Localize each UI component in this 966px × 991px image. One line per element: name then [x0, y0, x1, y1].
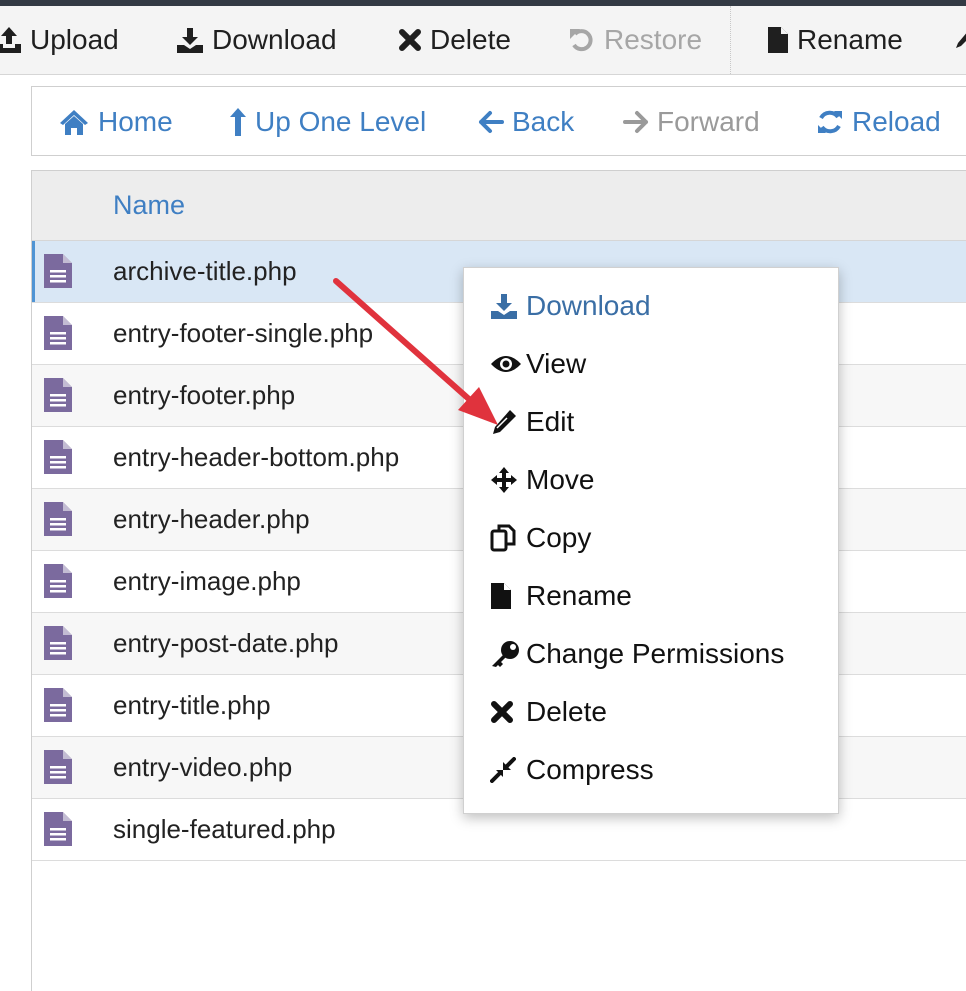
php-file-icon	[43, 501, 73, 542]
php-file-icon	[43, 625, 73, 666]
download-icon	[491, 294, 517, 319]
delete-button[interactable]: Delete	[398, 6, 511, 74]
file-icon	[768, 27, 788, 53]
file-name: entry-footer-single.php	[113, 318, 374, 348]
delete-icon	[399, 29, 421, 51]
file-icon	[491, 583, 511, 609]
menu-item-view[interactable]: View	[490, 344, 586, 384]
download-icon	[177, 28, 203, 53]
home-button[interactable]: Home	[58, 87, 173, 157]
pencil-icon	[956, 33, 966, 48]
home-icon	[60, 110, 88, 135]
menu-item-move[interactable]: Move	[490, 460, 594, 500]
menu-item-download-label: Download	[526, 290, 651, 321]
forward-button[interactable]: Forward	[623, 87, 760, 157]
arrow-right-icon	[623, 111, 648, 133]
file-toolbar: Upload Download Delete Restore Rename	[0, 6, 966, 75]
download-button[interactable]: Download	[176, 6, 337, 74]
rename-button[interactable]: Rename	[767, 6, 903, 74]
menu-item-rename[interactable]: Rename	[490, 576, 632, 616]
context-menu: Download View Edit Move Copy Rename Chan…	[463, 267, 839, 814]
php-file-icon	[43, 811, 73, 852]
forward-label: Forward	[657, 106, 760, 137]
home-label: Home	[98, 106, 173, 137]
up-one-level-label: Up One Level	[255, 106, 427, 137]
move-icon	[491, 467, 517, 493]
menu-item-delete[interactable]: Delete	[490, 692, 607, 732]
restore-label: Restore	[604, 24, 703, 55]
php-file-icon	[43, 687, 73, 728]
download-label: Download	[212, 24, 337, 55]
upload-button[interactable]: Upload	[0, 6, 119, 74]
php-file-icon	[43, 377, 73, 418]
rename-label: Rename	[797, 24, 903, 55]
pencil-icon	[493, 410, 516, 434]
arrow-left-icon	[479, 111, 504, 133]
back-label: Back	[512, 106, 575, 137]
php-file-icon	[43, 439, 73, 480]
navigation-bar: Home Up One Level Back Forward Reload	[31, 86, 966, 156]
php-file-icon	[43, 315, 73, 356]
file-name: entry-video.php	[113, 752, 293, 782]
menu-item-copy[interactable]: Copy	[490, 518, 591, 558]
arrow-up-icon	[230, 108, 246, 136]
eye-icon	[491, 356, 521, 372]
php-file-icon	[43, 563, 73, 604]
edit-button-partial[interactable]	[954, 6, 966, 74]
file-name: entry-image.php	[113, 566, 301, 596]
key-icon	[492, 641, 519, 667]
menu-item-change-permissions[interactable]: Change Permissions	[490, 634, 784, 674]
restore-icon	[570, 29, 593, 52]
copy-icon	[490, 524, 516, 552]
menu-item-edit-label: Edit	[526, 406, 575, 437]
php-file-icon	[43, 253, 73, 294]
file-name: single-featured.php	[113, 814, 336, 844]
menu-item-compress[interactable]: Compress	[490, 750, 654, 790]
menu-item-change-permissions-label: Change Permissions	[526, 638, 785, 669]
menu-item-edit[interactable]: Edit	[490, 402, 574, 442]
upload-label: Upload	[30, 24, 119, 55]
menu-item-move-label: Move	[526, 464, 595, 495]
php-file-icon	[43, 749, 73, 790]
file-name: entry-header-bottom.php	[113, 442, 400, 472]
close-icon	[491, 701, 513, 723]
menu-item-delete-label: Delete	[526, 696, 607, 727]
menu-item-download[interactable]: Download	[490, 286, 651, 326]
menu-item-rename-label: Rename	[526, 580, 632, 611]
file-name: entry-footer.php	[113, 380, 296, 410]
menu-item-copy-label: Copy	[526, 522, 592, 553]
reload-label: Reload	[852, 106, 941, 137]
restore-button[interactable]: Restore	[568, 6, 702, 74]
menu-item-compress-label: Compress	[526, 754, 654, 785]
file-list-header: Name	[32, 171, 966, 241]
reload-icon	[818, 110, 842, 134]
file-name: entry-post-date.php	[113, 628, 339, 658]
file-name: entry-header.php	[113, 504, 310, 534]
reload-button[interactable]: Reload	[816, 87, 941, 157]
upload-icon	[0, 27, 21, 53]
up-one-level-button[interactable]: Up One Level	[229, 87, 426, 157]
compress-icon	[490, 757, 516, 783]
toolbar-divider	[730, 6, 732, 74]
name-column-header[interactable]: Name	[113, 190, 185, 221]
menu-item-view-label: View	[526, 348, 587, 379]
file-name: archive-title.php	[113, 256, 297, 286]
back-button[interactable]: Back	[478, 87, 574, 157]
delete-label: Delete	[430, 24, 511, 55]
file-name: entry-title.php	[113, 690, 271, 720]
